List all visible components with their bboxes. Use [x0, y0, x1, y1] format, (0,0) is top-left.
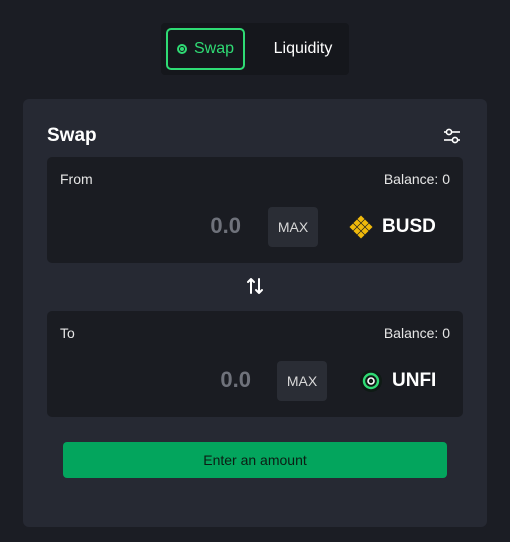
busd-icon [349, 215, 373, 239]
from-panel: From Balance: 0 MAX BUSD [47, 157, 463, 263]
to-panel: To Balance: 0 MAX UNFI [47, 311, 463, 417]
swap-liquidity-tabs: Swap Liquidity [161, 23, 349, 75]
tab-swap-label: Swap [193, 40, 235, 57]
tab-liquidity-label: Liquidity [273, 40, 333, 57]
to-label: To [60, 325, 75, 341]
submit-label: Enter an amount [203, 452, 307, 468]
card-title: Swap [47, 125, 97, 146]
swap-card: Swap From Balance: 0 MAX [23, 99, 487, 527]
to-max-button[interactable]: MAX [277, 361, 327, 401]
to-amount-input[interactable] [171, 367, 251, 393]
to-token-selector[interactable]: UNFI [359, 363, 436, 399]
from-token-selector[interactable]: BUSD [349, 209, 436, 245]
from-amount-input[interactable] [161, 213, 241, 239]
from-max-button[interactable]: MAX [268, 207, 318, 247]
from-token-name: BUSD [382, 216, 436, 237]
active-dot-icon [176, 44, 187, 54]
from-balance: Balance: 0 [383, 171, 450, 187]
enter-amount-button[interactable]: Enter an amount [63, 442, 447, 478]
swap-direction-icon[interactable] [246, 276, 264, 296]
settings-sliders-icon[interactable] [443, 127, 461, 145]
tab-liquidity[interactable]: Liquidity [257, 28, 349, 70]
to-balance: Balance: 0 [383, 325, 450, 341]
to-token-name: UNFI [392, 370, 437, 391]
from-max-label: MAX [277, 219, 309, 235]
from-label: From [60, 171, 93, 187]
tab-swap[interactable]: Swap [166, 28, 245, 70]
to-max-label: MAX [286, 373, 318, 389]
unfi-icon [360, 370, 382, 392]
